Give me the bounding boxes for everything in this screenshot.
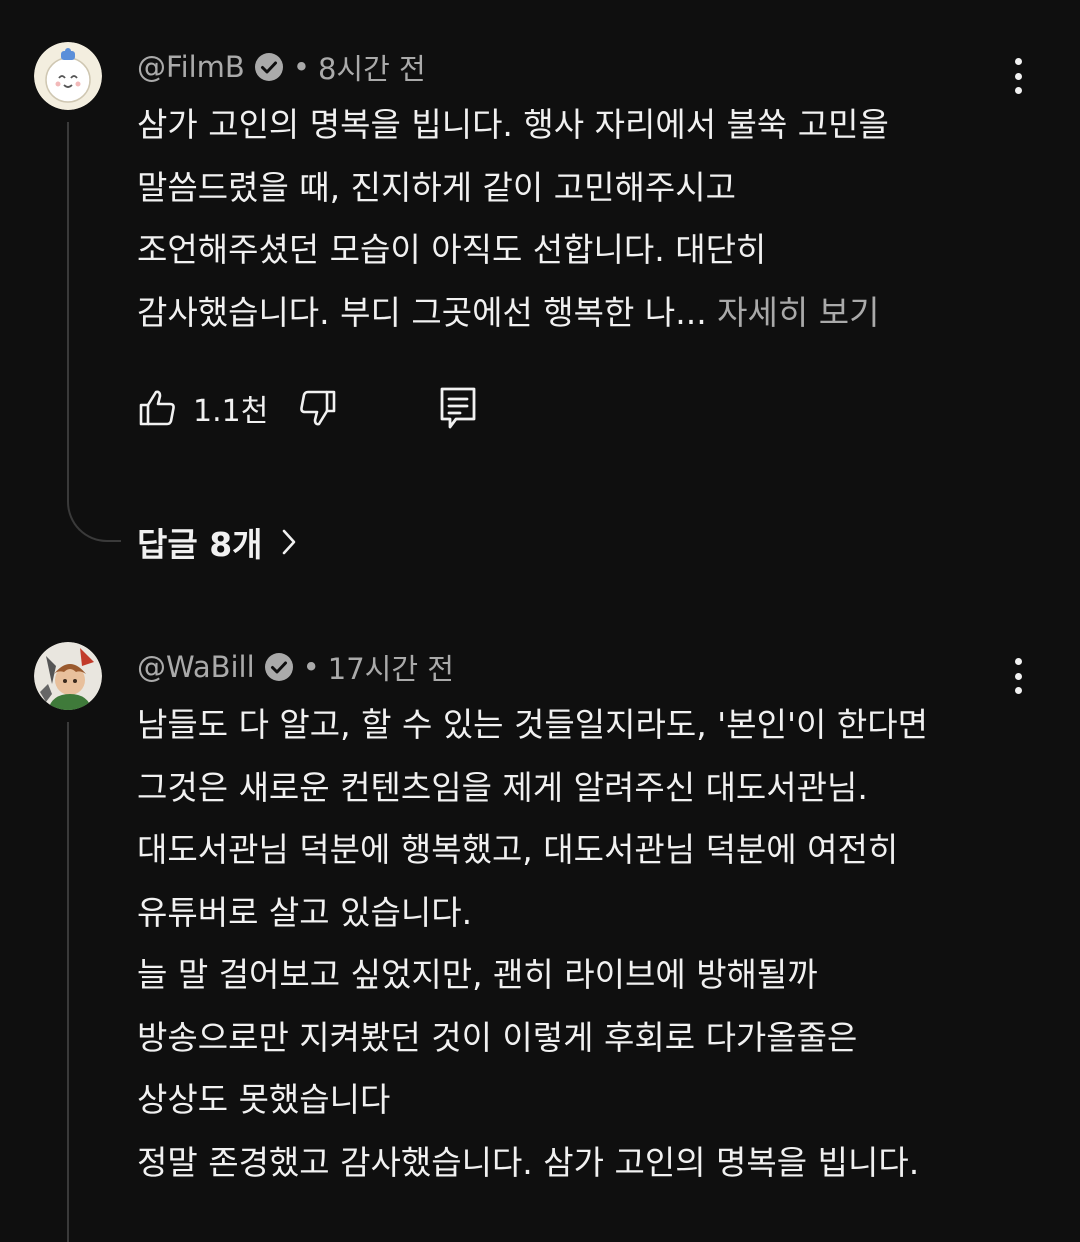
avatar-filmb[interactable] xyxy=(34,42,102,110)
comment-meta: @WaBill • 17시간 전 xyxy=(137,646,454,688)
comment-actions: 1.1천 xyxy=(137,384,478,432)
replies-label: 답글 8개 xyxy=(137,525,263,564)
comment-filmb: @FilmB • 8시간 전 삼가 고인의 명복을 빕니다. 행사 자리에서 불… xyxy=(0,0,1080,600)
comment-time: 17시간 전 xyxy=(327,652,454,686)
comment-reply-icon[interactable] xyxy=(438,385,478,431)
thread-line xyxy=(67,722,69,1242)
comment-text: 남들도 다 알고, 할 수 있는 것들일지라도, '본인'이 한다면 그것은 새… xyxy=(137,694,1037,1194)
comment-line: 말씀드렸을 때, 진지하게 같이 고민해주시고 xyxy=(137,167,736,207)
thread-line xyxy=(67,122,69,482)
verified-check-icon xyxy=(253,51,285,83)
comment-wabill: @WaBill • 17시간 전 남들도 다 알고, 할 수 있는 것들일지라도… xyxy=(0,600,1080,1242)
comment-time: 8시간 전 xyxy=(317,52,426,86)
comment-line: 방송으로만 지켜봤던 것이 이렇게 후회로 다가올줄은 xyxy=(137,1017,858,1057)
comment-line: 대도서관님 덕분에 행복했고, 대도서관님 덕분에 여전히 xyxy=(137,830,899,869)
thumb-up-icon[interactable] xyxy=(137,387,179,429)
comment-line: 정말 존경했고 감사했습니다. 삼가 고인의 명복을 빕니다. xyxy=(137,1142,920,1182)
replies-toggle[interactable]: 답글 8개 xyxy=(137,518,297,566)
comment-line: 남들도 다 알고, 할 수 있는 것들일지라도, '본인'이 한다면 xyxy=(137,705,928,744)
comment-line: 삼가 고인의 명복을 빕니다. 행사 자리에서 불쑥 고민을 xyxy=(137,105,889,144)
like-count: 1.1천 xyxy=(193,394,269,429)
author-name[interactable]: @WaBill xyxy=(137,650,255,684)
comment-line-text: 감사했습니다. 부디 그곳에선 행복한 나... xyxy=(137,292,707,332)
comment-line: 그것은 새로운 컨텐츠임을 제게 알려주신 대도서관님. xyxy=(137,767,868,807)
more-vert-icon[interactable] xyxy=(1008,658,1028,694)
thread-connector xyxy=(67,480,121,542)
meta-separator: • xyxy=(292,50,310,84)
comment-line: 감사했습니다. 부디 그곳에선 행복한 나... 자세히 보기 xyxy=(137,282,1037,345)
verified-check-icon xyxy=(263,651,295,683)
author-name[interactable]: @FilmB xyxy=(137,50,245,84)
comment-line: 조언해주셨던 모습이 아직도 선합니다. 대단히 xyxy=(137,230,767,269)
comment-line: 상상도 못했습니다 xyxy=(137,1080,391,1119)
chevron-right-icon xyxy=(281,528,297,556)
comment-line: 유튜버로 살고 있습니다. xyxy=(137,892,473,932)
meta-separator: • xyxy=(302,650,320,684)
read-more-link[interactable]: 자세히 보기 xyxy=(707,293,879,332)
thumb-down-icon[interactable] xyxy=(296,387,338,429)
avatar-wabill[interactable] xyxy=(34,642,102,710)
comment-meta: @FilmB • 8시간 전 xyxy=(137,46,426,88)
comment-line: 늘 말 걸어보고 싶었지만, 괜히 라이브에 방해될까 xyxy=(137,955,818,994)
more-vert-icon[interactable] xyxy=(1008,58,1028,94)
comment-text: 삼가 고인의 명복을 빕니다. 행사 자리에서 불쑥 고민을 말씀드렸을 때, … xyxy=(137,94,1037,344)
